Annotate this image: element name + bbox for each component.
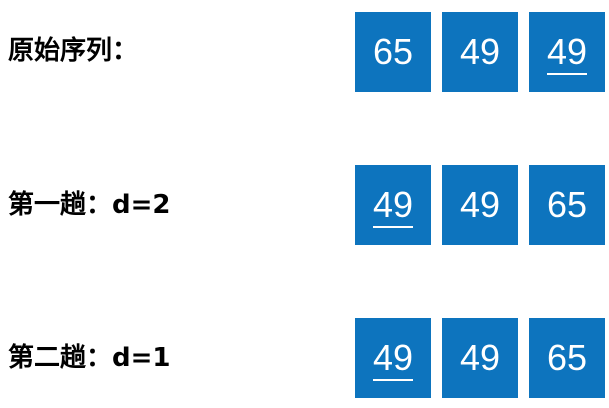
cell-value: 49 xyxy=(546,12,588,92)
array-cell: 49 xyxy=(442,165,518,245)
sequence-row-pass-2: 第二趟：d=1 49 49 65 xyxy=(0,318,609,398)
row-label: 原始序列： xyxy=(8,36,139,66)
array-cell: 65 xyxy=(529,165,605,245)
cell-value: 49 xyxy=(372,165,414,245)
sequence-row-pass-1: 第一趟：d=2 49 49 65 xyxy=(0,165,609,245)
sequence-row-original: 原始序列： 65 49 49 xyxy=(0,12,609,92)
cell-value: 49 xyxy=(459,31,501,72)
cell-value: 49 xyxy=(459,184,501,225)
array-cell: 49 xyxy=(529,12,605,92)
array-cell: 49 xyxy=(355,318,431,398)
array-cell: 65 xyxy=(355,12,431,92)
cell-value: 65 xyxy=(372,31,414,72)
array-cell: 49 xyxy=(442,318,518,398)
row-label: 第二趟：d=1 xyxy=(8,343,171,373)
cell-value: 49 xyxy=(459,337,501,378)
cell-value: 65 xyxy=(546,184,588,225)
cell-value: 49 xyxy=(372,318,414,398)
cell-value: 65 xyxy=(546,337,588,378)
array-cell: 49 xyxy=(355,165,431,245)
array-cell: 49 xyxy=(442,12,518,92)
array-cell: 65 xyxy=(529,318,605,398)
row-label: 第一趟：d=2 xyxy=(8,190,171,220)
